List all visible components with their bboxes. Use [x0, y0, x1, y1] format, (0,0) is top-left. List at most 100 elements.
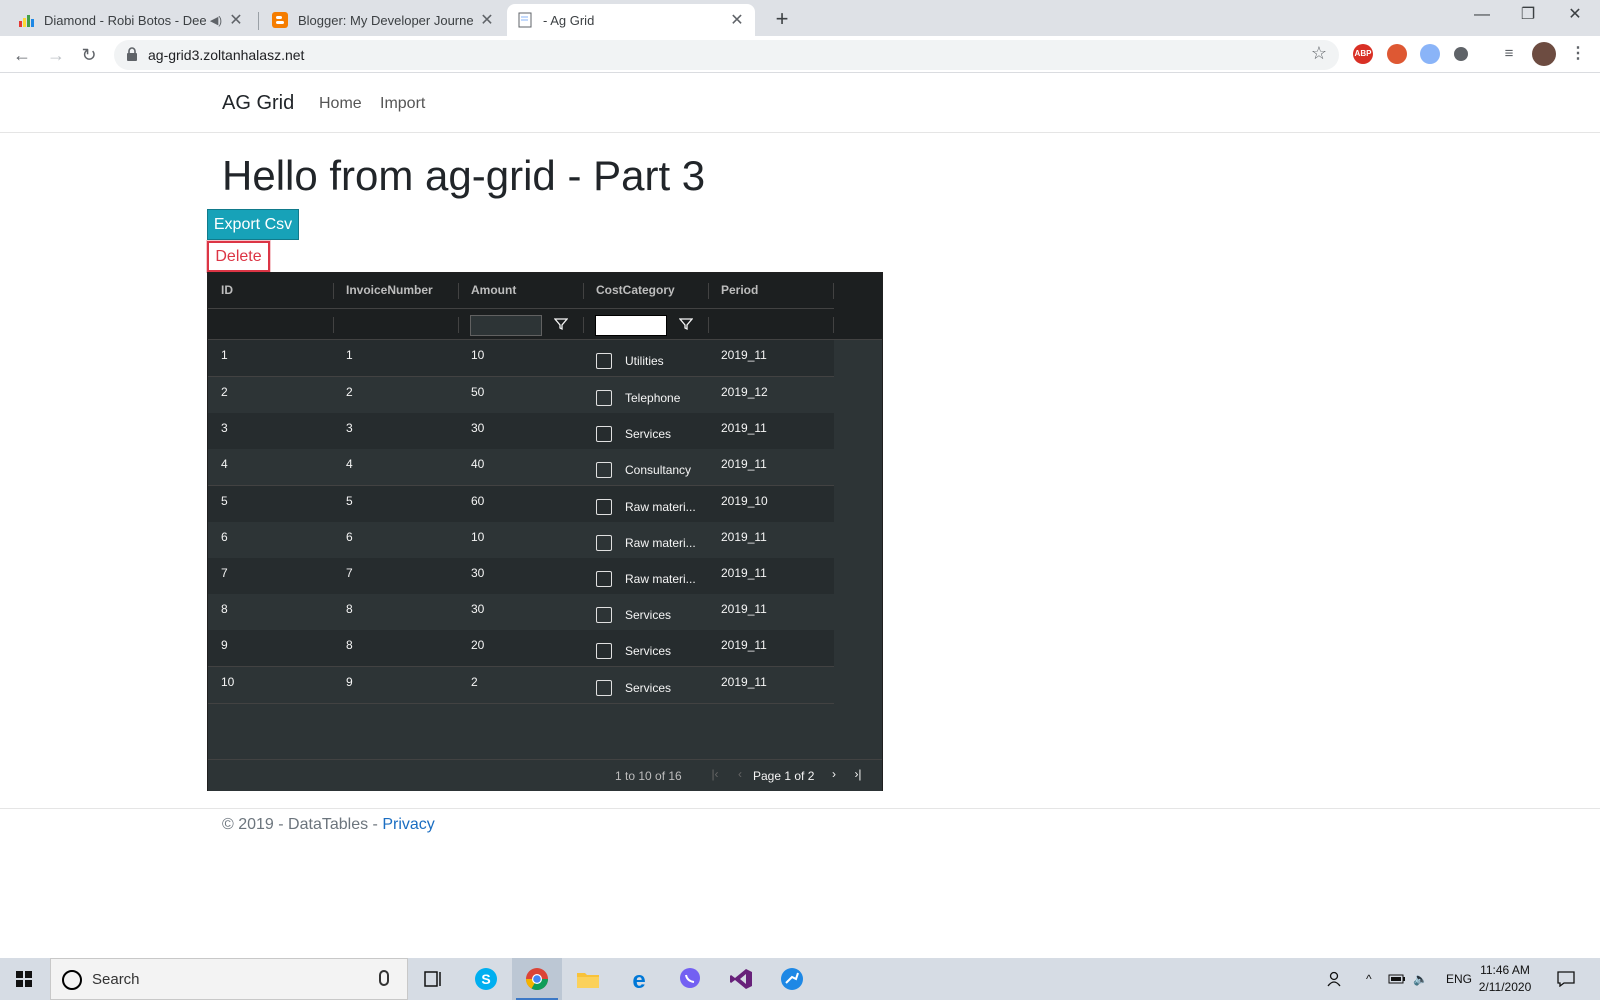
microphone-icon[interactable]	[379, 970, 389, 986]
column-header-cost-category[interactable]: CostCategory	[583, 273, 708, 308]
cell-amount[interactable]: 30	[458, 594, 583, 630]
cell-amount[interactable]: 50	[458, 377, 583, 413]
cell-period[interactable]: 2019_11	[708, 630, 833, 666]
cell-cost-category[interactable]: Consultancy	[583, 449, 708, 485]
cell-cost-category[interactable]: Services	[583, 413, 708, 449]
table-row[interactable]: 2 2 50 Telephone 2019_12	[208, 377, 834, 414]
row-checkbox[interactable]	[596, 643, 612, 659]
cell-period[interactable]: 2019_12	[708, 377, 833, 413]
row-checkbox[interactable]	[596, 535, 612, 551]
circle-extension-icon[interactable]	[1454, 47, 1468, 61]
cell-id[interactable]: 2	[208, 377, 333, 413]
table-row[interactable]: 7 7 30 Raw materi... 2019_11	[208, 558, 834, 595]
table-row[interactable]: 8 8 30 Services 2019_11	[208, 594, 834, 631]
row-checkbox[interactable]	[596, 426, 612, 442]
forward-button[interactable]: →	[42, 41, 70, 69]
cell-period[interactable]: 2019_11	[708, 449, 833, 485]
cell-invoice-number[interactable]: 1	[333, 340, 458, 376]
cell-invoice-number[interactable]: 9	[333, 667, 458, 703]
close-icon[interactable]: ✕	[479, 10, 495, 30]
row-checkbox[interactable]	[596, 607, 612, 623]
cell-invoice-number[interactable]: 8	[333, 630, 458, 666]
cell-id[interactable]: 8	[208, 594, 333, 630]
cell-invoice-number[interactable]: 6	[333, 522, 458, 558]
table-row[interactable]: 6 6 10 Raw materi... 2019_11	[208, 522, 834, 559]
cell-cost-category[interactable]: Services	[583, 594, 708, 630]
table-row[interactable]: 9 8 20 Services 2019_11	[208, 630, 834, 667]
cell-cost-category[interactable]: Telephone	[583, 377, 708, 413]
row-checkbox[interactable]	[596, 390, 612, 406]
navbar-brand[interactable]: AG Grid	[222, 92, 294, 115]
cell-period[interactable]: 2019_11	[708, 558, 833, 594]
column-header-amount[interactable]: Amount	[458, 273, 583, 308]
edge-icon[interactable]: e	[614, 958, 664, 1000]
cell-id[interactable]: 1	[208, 340, 333, 376]
row-checkbox[interactable]	[596, 499, 612, 515]
cell-cost-category[interactable]: Raw materi...	[583, 522, 708, 558]
system-clock[interactable]: 11:46 AM 2/11/2020	[1470, 962, 1540, 996]
table-row[interactable]: 10 9 2 Services 2019_11	[208, 667, 834, 704]
bookmark-star-icon[interactable]: ☆	[1311, 43, 1327, 64]
row-checkbox[interactable]	[596, 680, 612, 696]
nav-link-import[interactable]: Import	[380, 95, 425, 113]
chrome-icon[interactable]	[512, 958, 562, 1000]
window-close-button[interactable]: ✕	[1552, 0, 1598, 32]
file-explorer-icon[interactable]	[563, 958, 613, 1000]
cell-amount[interactable]: 60	[458, 486, 583, 522]
back-button[interactable]: ←	[8, 41, 36, 69]
remote-tool-icon[interactable]	[767, 958, 817, 1000]
next-page-icon[interactable]: ›	[827, 767, 841, 783]
close-icon[interactable]: ✕	[729, 10, 745, 30]
cell-period[interactable]: 2019_11	[708, 667, 833, 703]
row-checkbox[interactable]	[596, 571, 612, 587]
cell-invoice-number[interactable]: 3	[333, 413, 458, 449]
close-icon[interactable]: ✕	[228, 10, 244, 30]
task-view-icon[interactable]	[408, 958, 458, 1000]
cost-category-filter-input[interactable]	[595, 315, 667, 336]
cell-id[interactable]: 5	[208, 486, 333, 522]
cell-invoice-number[interactable]: 5	[333, 486, 458, 522]
address-bar[interactable]: ag-grid3.zoltanhalasz.net ☆	[114, 40, 1339, 70]
delete-button[interactable]: Delete	[207, 241, 270, 272]
restore-button[interactable]: ❐	[1505, 0, 1551, 32]
previous-page-icon[interactable]: ‹	[733, 767, 747, 783]
table-row[interactable]: 4 4 40 Consultancy 2019_11	[208, 449, 834, 486]
cell-amount[interactable]: 30	[458, 413, 583, 449]
cell-id[interactable]: 4	[208, 449, 333, 485]
cell-id[interactable]: 9	[208, 630, 333, 666]
cell-cost-category[interactable]: Services	[583, 630, 708, 666]
column-resize-handle[interactable]	[833, 283, 834, 299]
media-control-icon[interactable]: ≡	[1499, 44, 1519, 64]
column-header-invoice-number[interactable]: InvoiceNumber	[333, 273, 458, 308]
table-row[interactable]: 5 5 60 Raw materi... 2019_10	[208, 486, 834, 523]
notifications-icon[interactable]	[1557, 958, 1575, 1000]
cell-amount[interactable]: 10	[458, 522, 583, 558]
cell-cost-category[interactable]: Raw materi...	[583, 486, 708, 522]
duckduckgo-icon[interactable]	[1387, 44, 1407, 64]
cell-invoice-number[interactable]: 2	[333, 377, 458, 413]
filter-icon[interactable]	[554, 317, 568, 331]
adblock-icon[interactable]: ABP	[1353, 44, 1373, 64]
cell-amount[interactable]: 40	[458, 449, 583, 485]
cell-invoice-number[interactable]: 4	[333, 449, 458, 485]
battery-icon[interactable]	[1388, 958, 1406, 1000]
skype-icon[interactable]: S	[461, 958, 511, 1000]
cell-id[interactable]: 3	[208, 413, 333, 449]
cell-amount[interactable]: 2	[458, 667, 583, 703]
extension-icon[interactable]	[1420, 44, 1440, 64]
cell-period[interactable]: 2019_10	[708, 486, 833, 522]
viber-icon[interactable]	[665, 958, 715, 1000]
cell-cost-category[interactable]: Raw materi...	[583, 558, 708, 594]
cell-amount[interactable]: 20	[458, 630, 583, 666]
row-checkbox[interactable]	[596, 353, 612, 369]
tab-ag-grid[interactable]: - Ag Grid ✕	[507, 4, 755, 36]
column-header-period[interactable]: Period	[708, 273, 833, 308]
cell-id[interactable]: 10	[208, 667, 333, 703]
taskbar-search[interactable]: Search	[50, 958, 408, 1000]
minimize-button[interactable]: —	[1459, 0, 1505, 32]
tab-diamond[interactable]: Diamond - Robi Botos - Dee ◀) ✕	[8, 4, 254, 36]
cell-cost-category[interactable]: Services	[583, 667, 708, 703]
cell-period[interactable]: 2019_11	[708, 340, 833, 376]
export-csv-button[interactable]: Export Csv	[207, 209, 299, 240]
avatar[interactable]	[1532, 42, 1556, 66]
